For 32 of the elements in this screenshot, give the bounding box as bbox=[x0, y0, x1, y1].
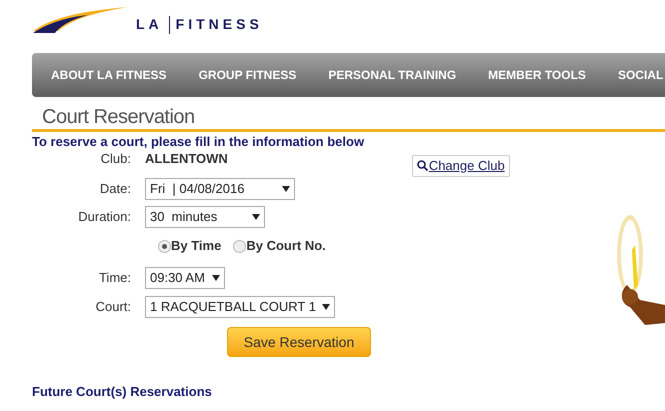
caret-icon bbox=[212, 275, 220, 281]
radio-label: By Time bbox=[171, 237, 222, 256]
radio-button[interactable] bbox=[233, 240, 246, 252]
field-label: Date: bbox=[100, 180, 131, 198]
caret-icon bbox=[322, 304, 330, 310]
field-label: Time: bbox=[98, 269, 131, 288]
radio-button[interactable] bbox=[158, 240, 171, 252]
logo-text: FITNESS bbox=[176, 15, 263, 34]
radio-label: By Court No. bbox=[246, 237, 326, 256]
field-label: Duration: bbox=[78, 208, 131, 226]
change-club-button[interactable]: Change Club bbox=[412, 154, 510, 176]
search-icon bbox=[416, 160, 428, 171]
field-label: Court: bbox=[96, 298, 131, 316]
dropdown-field[interactable]: Fri | 04/08/2016 bbox=[145, 178, 295, 200]
intro-text: To reserve a court, please fill in the information below bbox=[32, 134, 366, 149]
swoosh-logo-icon bbox=[33, 7, 128, 35]
dropdown-field[interactable]: 30 minutes bbox=[145, 206, 265, 228]
page-title: Court Reservation bbox=[42, 107, 195, 127]
nav-link[interactable]: GROUP FITNESS bbox=[198, 66, 296, 84]
caret-icon bbox=[252, 214, 260, 220]
nav-link[interactable]: MEMBER TOOLS bbox=[488, 66, 586, 84]
save-reservation-button[interactable]: Save Reservation bbox=[227, 327, 371, 357]
dropdown-field[interactable]: 09:30 AM bbox=[145, 267, 225, 289]
caret-icon bbox=[282, 186, 290, 192]
nav-link[interactable]: ABOUT LA FITNESS bbox=[51, 66, 167, 84]
field-label: Club: bbox=[100, 150, 131, 168]
section-heading: Future Court(s) Reservations bbox=[32, 383, 213, 401]
dropdown-field[interactable]: 1 RACQUETBALL COURT 1 bbox=[145, 296, 335, 318]
nav-link[interactable]: PERSONAL TRAINING bbox=[328, 66, 456, 84]
nav-link[interactable]: SOCIAL bbox=[618, 66, 664, 84]
club-name: ALLENTOWN bbox=[145, 150, 228, 168]
logo-text: LA bbox=[136, 15, 163, 34]
